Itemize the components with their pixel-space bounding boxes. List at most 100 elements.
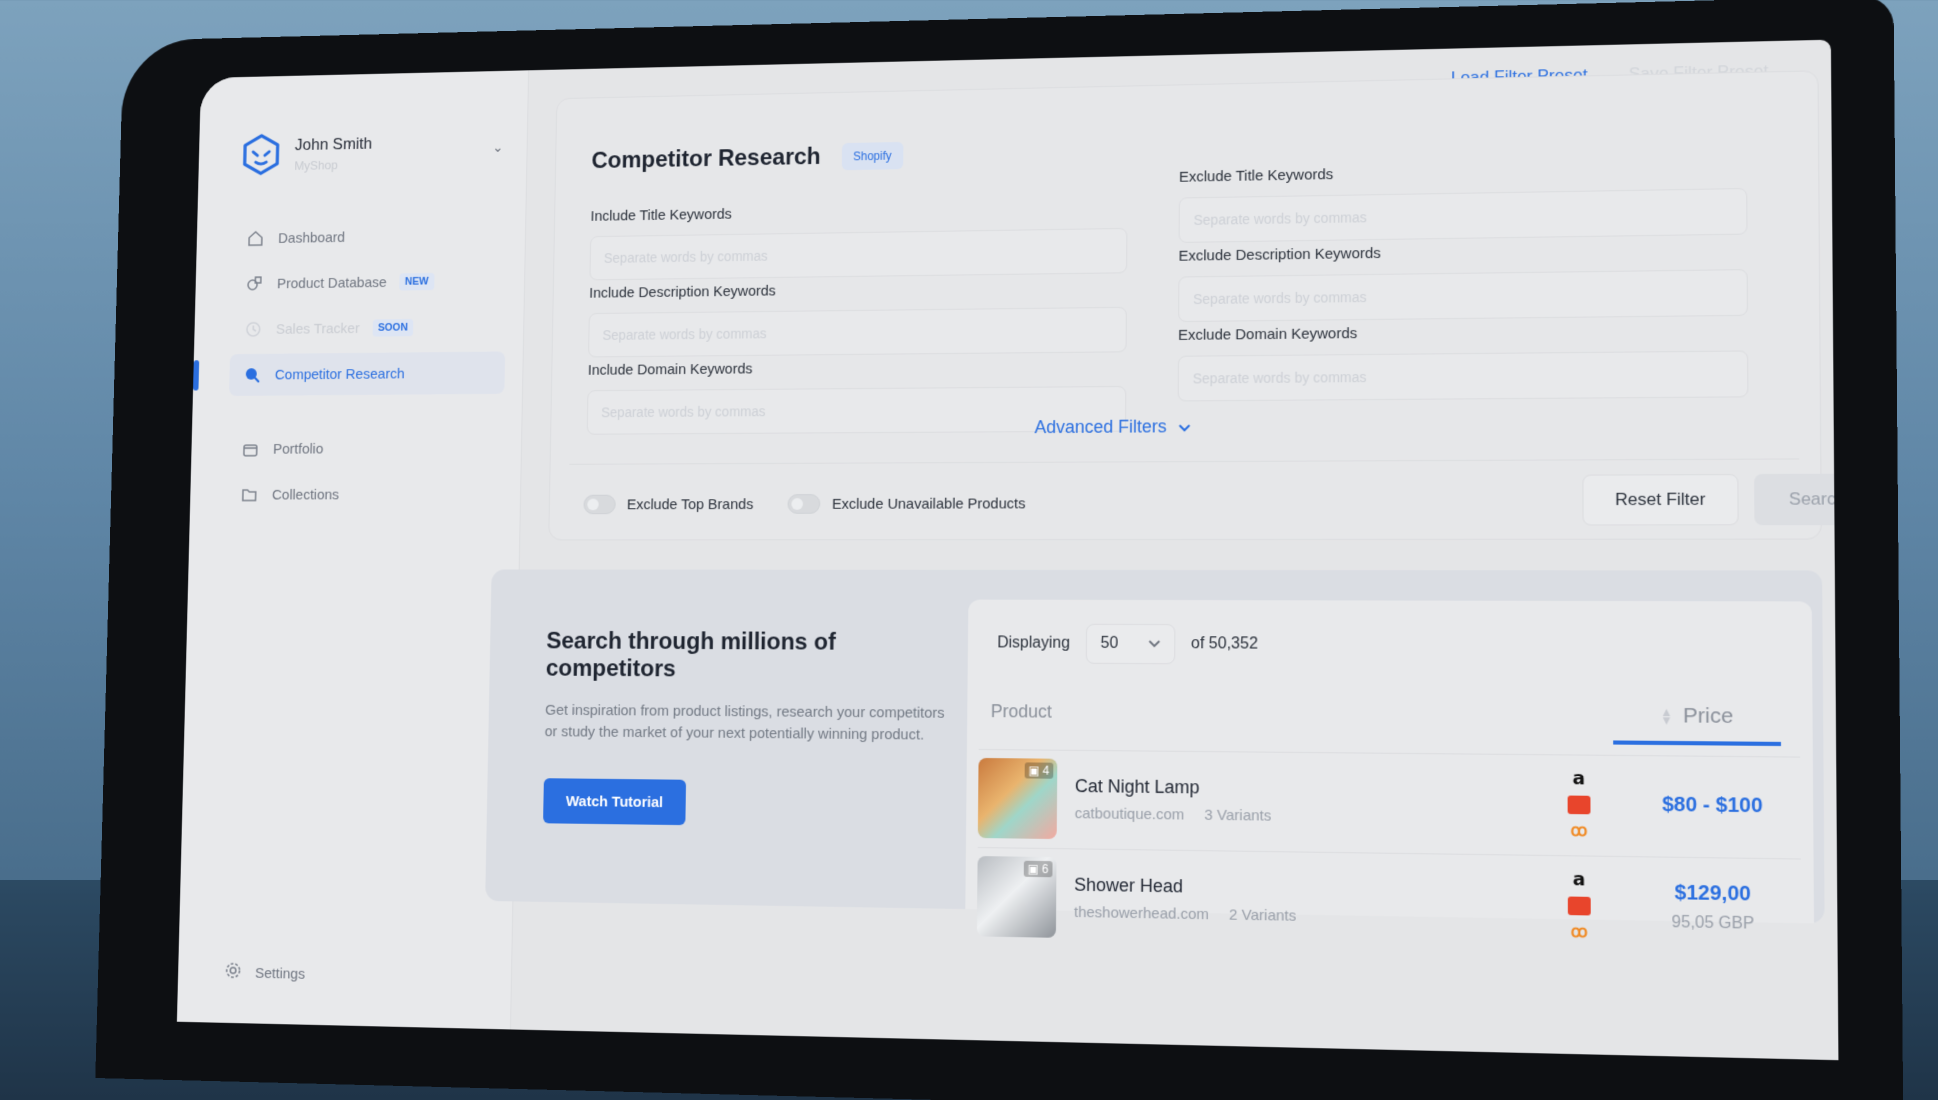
amazon-icon[interactable]: a (1568, 869, 1591, 891)
total-count: of 50,352 (1191, 635, 1258, 653)
price-alt-value: 95,05 GBP (1671, 913, 1755, 933)
field-label: Exclude Domain Keywords (1178, 325, 1358, 344)
page-title-text: Competitor Research (591, 143, 821, 174)
product-domain[interactable]: theshowerhead.com (1074, 903, 1209, 923)
column-header-product[interactable]: Product (991, 701, 1052, 722)
switch-control[interactable] (583, 494, 616, 515)
sidebar-item-label: Portfolio (272, 440, 324, 458)
sidebar-item-sales-tracker: Sales Tracker SOON (230, 305, 506, 350)
sidebar-item-label: Competitor Research (274, 365, 405, 383)
sidebar-nav: Dashboard Product Database NEW Sales Tra… (226, 214, 508, 520)
profile[interactable]: John Smith MyShop (240, 131, 373, 177)
promo-block: Search through millions of competitors G… (543, 628, 948, 829)
settings-link[interactable]: Settings (224, 961, 306, 986)
pagination-bar: Displaying 50 of 50,352 (997, 623, 1258, 665)
field-label: Include Domain Keywords (587, 360, 753, 379)
app-logo-icon (240, 132, 283, 176)
field-label: Exclude Title Keywords (1178, 166, 1334, 186)
alibaba-icon[interactable]: ꝏ (1568, 921, 1591, 942)
sidebar-item-product-database[interactable]: Product Database NEW (231, 259, 507, 305)
results-table: Displaying 50 of 50,352 Product ▲ ▼ Price (965, 599, 1814, 959)
product-meta: theshowerhead.com 2 Variants (1074, 903, 1492, 927)
chevron-down-icon (1179, 416, 1191, 437)
product-info: Cat Night Lamp catboutique.com 3 Variant… (1075, 775, 1492, 827)
aliexpress-icon[interactable] (1567, 895, 1591, 915)
box-icon (240, 439, 260, 460)
alibaba-icon[interactable]: ꝏ (1567, 820, 1590, 841)
sidebar-item-label: Dashboard (277, 229, 346, 247)
home-icon (245, 228, 265, 249)
field-label: Include Title Keywords (590, 206, 732, 225)
per-page-value: 50 (1100, 634, 1119, 652)
image-count: ▣ 6 (1023, 860, 1053, 877)
exclude-domain-input[interactable] (1177, 350, 1749, 402)
sidebar-item-label: Collections (271, 486, 340, 503)
chevron-down-icon (1148, 635, 1160, 653)
profile-shop: MyShop (294, 157, 338, 173)
price-cell: $80 - $100 (1625, 793, 1801, 819)
marketplace-icons: a ꝏ (1533, 768, 1625, 841)
laptop-frame: John Smith MyShop ⌄ Dashboard Product Da… (95, 0, 1904, 1100)
sidebar-item-label: Product Database (276, 274, 387, 292)
switch-control[interactable] (787, 494, 821, 514)
product-domain[interactable]: catboutique.com (1075, 805, 1185, 823)
exclude-domain-field: Exclude Domain Keywords (1177, 321, 1749, 402)
product-name[interactable]: Shower Head (1074, 874, 1492, 902)
include-description-field: Include Description Keywords (588, 278, 1127, 358)
sidebar-item-competitor-research[interactable]: Competitor Research (229, 351, 506, 396)
exclude-top-brands-toggle[interactable]: Exclude Top Brands (583, 494, 754, 515)
profile-name: John Smith (294, 133, 373, 154)
app-screen: John Smith MyShop ⌄ Dashboard Product Da… (176, 39, 1839, 1061)
page-title: Competitor Research Shopify (591, 141, 904, 175)
new-badge: NEW (399, 272, 435, 291)
exclude-description-field: Exclude Description Keywords (1178, 240, 1748, 323)
price-value: $129,00 (1674, 881, 1751, 906)
chevron-down-icon[interactable]: ⌄ (492, 139, 503, 155)
search-button[interactable]: Search (1754, 473, 1839, 526)
aliexpress-icon[interactable] (1567, 795, 1591, 814)
exclude-description-input[interactable] (1178, 269, 1748, 323)
database-icon (244, 273, 264, 294)
product-name[interactable]: Cat Night Lamp (1075, 775, 1492, 801)
exclude-unavailable-toggle[interactable]: Exclude Unavailable Products (787, 494, 1026, 514)
platform-badge: Shopify (841, 141, 904, 171)
sort-icon: ▲ ▼ (1660, 704, 1673, 728)
table-row[interactable]: ▣ 4 Cat Night Lamp catboutique.com 3 Var… (977, 748, 1801, 857)
exclude-title-input[interactable] (1178, 187, 1748, 243)
advanced-filters-label: Advanced Filters (1034, 416, 1167, 438)
image-count: ▣ 4 (1024, 761, 1054, 779)
promo-title: Search through millions of competitors (545, 627, 837, 683)
displaying-label: Displaying (997, 634, 1071, 652)
toggle-row: Exclude Top Brands Exclude Unavailable P… (583, 494, 1026, 515)
table-row[interactable]: ▣ 6 Shower Head theshowerhead.com 2 Vari… (976, 847, 1802, 959)
sidebar-item-label: Sales Tracker (275, 320, 360, 338)
sidebar: John Smith MyShop ⌄ Dashboard Product Da… (176, 70, 530, 1030)
price-value: $80 - $100 (1662, 793, 1763, 818)
exclude-title-field: Exclude Title Keywords (1178, 159, 1748, 243)
product-thumbnail[interactable]: ▣ 4 (977, 757, 1058, 839)
nav-gap (228, 398, 504, 429)
divider (569, 458, 1800, 465)
sidebar-item-collections[interactable]: Collections (226, 473, 503, 516)
soon-badge: SOON (372, 318, 414, 337)
results-area: Search through millions of competitors G… (485, 569, 1825, 959)
toggle-label: Exclude Top Brands (626, 495, 754, 513)
reset-filter-button[interactable]: Reset Filter (1582, 474, 1739, 526)
clock-icon (243, 319, 263, 340)
product-thumbnail[interactable]: ▣ 6 (976, 855, 1057, 938)
advanced-filters-toggle[interactable]: Advanced Filters (1034, 416, 1190, 438)
include-description-input[interactable] (588, 306, 1127, 358)
sidebar-item-portfolio[interactable]: Portfolio (227, 427, 504, 471)
toggle-label: Exclude Unavailable Products (831, 494, 1026, 513)
watch-tutorial-button[interactable]: Watch Tutorial (543, 778, 687, 826)
column-header-label: Price (1682, 703, 1734, 729)
sidebar-item-dashboard[interactable]: Dashboard (232, 214, 507, 260)
product-meta: catboutique.com 3 Variants (1075, 805, 1492, 827)
field-label: Include Description Keywords (589, 282, 776, 302)
column-header-price[interactable]: ▲ ▼ Price (1613, 703, 1782, 747)
gear-icon (224, 961, 243, 985)
per-page-select[interactable]: 50 (1085, 623, 1176, 665)
include-title-input[interactable] (589, 227, 1128, 281)
product-variants: 3 Variants (1204, 806, 1272, 825)
amazon-icon[interactable]: a (1567, 768, 1590, 790)
